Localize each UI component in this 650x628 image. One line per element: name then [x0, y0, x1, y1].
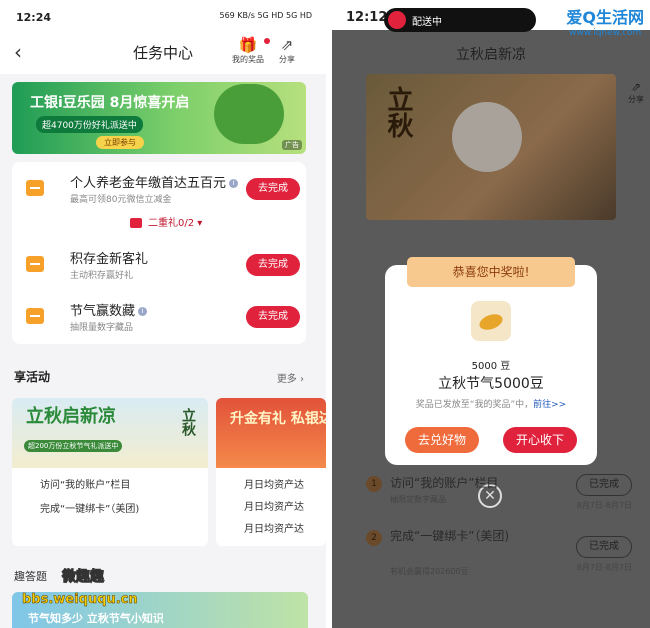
status-time: 12:12: [346, 10, 388, 25]
accept-button[interactable]: 开心收下: [503, 427, 577, 453]
step-number: 2: [366, 530, 382, 546]
prize-amount: 5000 豆: [471, 361, 511, 372]
completed-button[interactable]: 已完成: [576, 536, 632, 558]
left-screen: 12:24 569 KB/s 5G HD 5G HD ‹ 任务中心 🎁 我的奖品…: [0, 0, 326, 628]
nav-bar: ‹ 任务中心 🎁 我的奖品 ⇗ 分享: [0, 30, 326, 74]
task-title: 节气赢数藏 i: [70, 300, 148, 319]
calendar-icon: [26, 256, 44, 272]
prize-name: 立秋节气5000豆: [438, 376, 544, 392]
overlay-brand: 微趣趣: [62, 569, 105, 586]
delivery-status: 配送中: [412, 17, 442, 28]
dialog-ribbon: 恭喜您中奖啦!: [407, 257, 575, 287]
completed-button[interactable]: 已完成: [576, 474, 632, 496]
status-time: 12:24: [16, 11, 52, 24]
activity-banner: 升金有礼 私银达标礼: [216, 398, 326, 468]
share-icon: ⇗: [280, 36, 294, 54]
activity-banner-title: 立秋启新凉: [26, 406, 116, 427]
delivery-icon: [388, 11, 406, 29]
task-desc: 抽限量数字藏品: [70, 323, 134, 333]
calendar-icon: [26, 308, 44, 324]
activity-banner-badge: 立秋: [180, 408, 196, 436]
banner-cta[interactable]: 立即参与: [96, 136, 144, 149]
gift-box-icon: [130, 218, 142, 228]
bean-icon: [471, 301, 511, 341]
task-desc: 有机会赢得202600豆: [390, 567, 469, 576]
share-button[interactable]: ⇗ 分享: [272, 36, 302, 65]
activity-line: 月日均资产达: [244, 524, 304, 535]
poster-image: 立秋: [366, 74, 616, 220]
activity-line: 访问“我的账户”栏目: [40, 480, 131, 491]
activities-heading: 享活动: [14, 370, 51, 384]
page-title: 立秋启新凉: [456, 47, 526, 63]
overlay-url: bbs.weiququ.cn: [22, 592, 138, 608]
quiz-heading: 趣答题: [14, 570, 47, 583]
ad-badge: 广告: [282, 140, 302, 150]
activity-line: 完成“一键绑卡”（美团): [40, 504, 140, 515]
go-link[interactable]: 前往>>: [533, 400, 566, 410]
calendar-icon: [26, 180, 44, 196]
activity-banner-sub: 超200万份立秋节气礼派送中: [24, 440, 123, 452]
banner-title: 工银i豆乐园 8月惊喜开启: [30, 95, 190, 111]
prizes-label: 我的奖品: [232, 55, 264, 64]
task-title: 积存金新客礼: [70, 252, 149, 267]
mouse-illustration: [452, 102, 522, 172]
task-title: 个人养老金年缴首达五百元 i: [70, 172, 239, 191]
banner-subtitle: 超4700万份好礼派送中: [36, 116, 143, 133]
activity-card[interactable]: 立秋启新凉 超200万份立秋节气礼派送中 立秋 访问“我的账户”栏目 完成“一键…: [12, 398, 208, 546]
info-icon[interactable]: i: [229, 179, 239, 188]
task-title: 访问“我的账户”栏目: [390, 476, 499, 490]
activity-line: 月日均资产达: [244, 480, 304, 491]
redeem-button[interactable]: 去兑好物: [405, 427, 479, 453]
promo-banner[interactable]: 工银i豆乐园 8月惊喜开启 超4700万份好礼派送中 立即参与 广告: [12, 82, 306, 154]
gift-icon: 🎁: [228, 36, 270, 54]
step-number: 1: [366, 476, 382, 492]
watermark-url: www.iqnew.com: [569, 28, 642, 38]
more-link[interactable]: 更多 ›: [277, 370, 304, 385]
task-date: 8月7日-8月7日: [576, 563, 632, 572]
task-row: 节气赢数藏 i 抽限量数字藏品 去完成: [12, 294, 306, 344]
task-row: 个人养老金年缴首达五百元 i 最高可领80元微信立减金 去完成: [12, 166, 306, 216]
share-label: 分享: [628, 95, 644, 104]
status-icons: 569 KB/s 5G HD 5G HD: [219, 11, 312, 20]
watermark-brand: 爱Q生活网: [566, 8, 644, 27]
complete-button[interactable]: 去完成: [246, 178, 300, 200]
info-icon[interactable]: i: [138, 307, 148, 316]
share-button[interactable]: ⇗ 分享: [628, 80, 644, 105]
prize-note: 奖品已发放至“我的奖品”中，前往>>: [415, 400, 567, 410]
my-prizes-button[interactable]: 🎁 我的奖品: [228, 36, 270, 65]
task-desc: 抽限定数字藏品: [390, 495, 446, 504]
task-title: 完成“一键绑卡”（美团): [390, 529, 510, 543]
prize-dialog: 恭喜您中奖啦! 5000 豆 立秋节气5000豆 奖品已发放至“我的奖品”中，前…: [385, 257, 597, 465]
task-date: 8月7日-8月7日: [576, 501, 632, 510]
notification-dot: [264, 38, 270, 44]
status-bar: 12:24 569 KB/s 5G HD 5G HD: [0, 0, 326, 30]
activity-banner-title: 升金有礼 私银达标礼: [230, 411, 326, 427]
share-label: 分享: [279, 55, 295, 64]
chevron-down-icon: ▾: [197, 218, 203, 229]
activity-card[interactable]: 升金有礼 私银达标礼 月日均资产达 月日均资产达 月日均资产达: [216, 398, 326, 546]
complete-button[interactable]: 去完成: [246, 306, 300, 328]
tree-illustration: [214, 84, 284, 144]
activity-line: 月日均资产达: [244, 502, 304, 513]
task-row: 积存金新客礼 主动积存赢好礼 去完成: [12, 242, 306, 292]
poster-text: 立秋: [383, 86, 413, 138]
right-screen: 12:12 配送中 爱Q生活网 www.iqnew.com 立秋启新凉 ⇗ 分享…: [332, 0, 650, 628]
task-desc: 最高可领80元微信立减金: [70, 195, 172, 205]
share-icon: ⇗: [630, 80, 642, 94]
delivery-pill[interactable]: 配送中: [384, 8, 536, 32]
task-desc: 主动积存赢好礼: [70, 271, 134, 281]
complete-button[interactable]: 去完成: [246, 254, 300, 276]
gift-level[interactable]: 二重礼0/2 ▾: [130, 214, 202, 229]
watermark-logo: 爱Q生活网 www.iqnew.com: [566, 4, 644, 38]
activity-banner: 立秋启新凉 超200万份立秋节气礼派送中 立秋: [12, 398, 208, 468]
task-list-card: 个人养老金年缴首达五百元 i 最高可领80元微信立减金 去完成 二重礼0/2 ▾ …: [12, 162, 306, 344]
quiz-banner-title: 节气知多少 立秋节气小知识: [28, 612, 164, 625]
